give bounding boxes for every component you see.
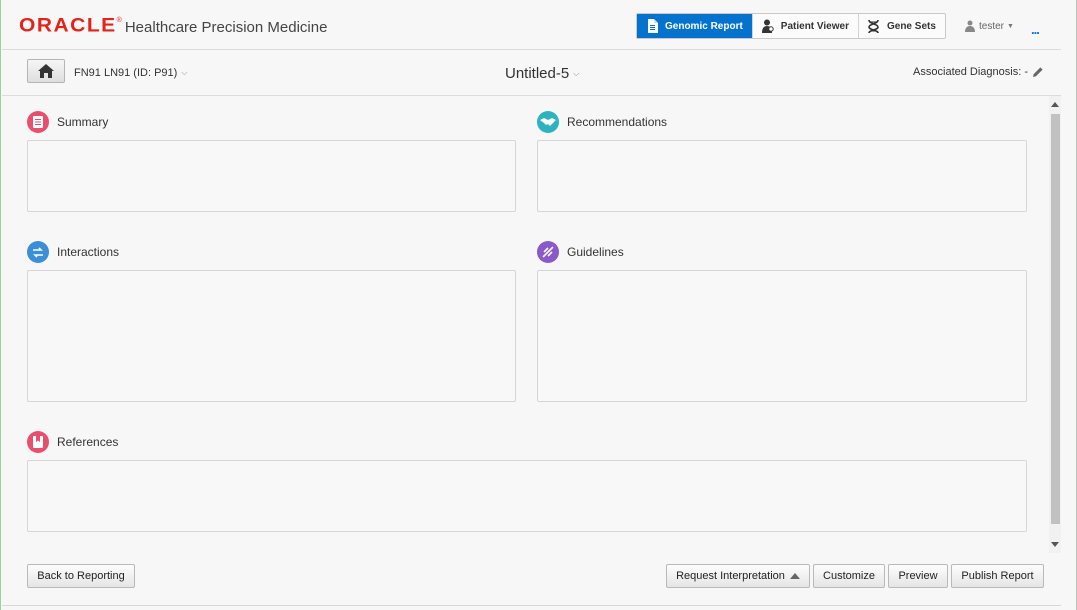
interactions-label: Interactions xyxy=(57,245,120,259)
nav-patient-viewer-label: Patient Viewer xyxy=(780,20,849,32)
preview-label: Preview xyxy=(898,570,938,582)
guidelines-label: Guidelines xyxy=(567,245,624,259)
references-label: References xyxy=(57,435,119,449)
main-nav: Genomic Report Patient Viewer Gene Sets xyxy=(636,13,946,39)
recommendations-heading: Recommendations xyxy=(537,111,667,133)
request-interpretation-button[interactable]: Request Interpretation xyxy=(666,564,810,588)
recommendations-label: Recommendations xyxy=(567,115,668,129)
back-to-reporting-button[interactable]: Back to Reporting xyxy=(27,564,135,588)
chevron-down-icon: ⌵ xyxy=(573,68,580,78)
user-name: tester xyxy=(979,20,1005,32)
associated-diagnosis: Associated Diagnosis: - xyxy=(913,66,1044,78)
scrollbar-thumb[interactable] xyxy=(1051,114,1060,524)
diagnosis-label: Associated Diagnosis: - xyxy=(913,66,1028,78)
interactions-panel[interactable] xyxy=(27,270,516,402)
report-title: Untitled-5 xyxy=(505,65,570,82)
brand-wordmark: ORACLE xyxy=(19,14,117,37)
footer-divider xyxy=(2,605,1061,606)
app-header: ORACLE ® Healthcare Precision Medicine G… xyxy=(2,0,1061,50)
summary-panel[interactable] xyxy=(27,140,516,212)
nav-gene-sets-label: Gene Sets xyxy=(886,20,936,32)
caret-down-icon: ▼ xyxy=(1007,22,1014,30)
interactions-heading: Interactions xyxy=(27,241,119,263)
customize-button[interactable]: Customize xyxy=(813,564,885,588)
report-toolbar: FN91 LN91 (ID: P91) ⌵ Untitled-5 ⌵ Assoc… xyxy=(2,50,1061,96)
guidelines-icon xyxy=(537,241,559,263)
home-button[interactable] xyxy=(27,59,65,83)
product-name: Healthcare Precision Medicine xyxy=(124,19,328,36)
dna-icon xyxy=(867,18,881,34)
swap-arrows-icon xyxy=(27,241,49,263)
references-panel[interactable] xyxy=(27,460,1027,532)
patient-icon xyxy=(761,18,775,34)
scroll-up-arrow-icon[interactable] xyxy=(1051,102,1059,107)
user-menu[interactable]: tester ▼ xyxy=(964,20,1014,32)
edit-pencil-icon[interactable] xyxy=(1032,66,1044,78)
nav-genomic-report[interactable]: Genomic Report xyxy=(637,14,753,38)
customize-label: Customize xyxy=(823,570,875,582)
chevron-down-icon: ⌵ xyxy=(181,68,188,77)
document-icon xyxy=(645,18,659,34)
preview-button[interactable]: Preview xyxy=(888,564,948,588)
request-interpretation-label: Request Interpretation xyxy=(676,570,785,582)
publish-report-button[interactable]: Publish Report xyxy=(951,564,1044,588)
references-heading: References xyxy=(27,431,118,453)
brand-registered-mark: ® xyxy=(116,17,122,24)
book-icon xyxy=(27,431,49,453)
caret-up-icon xyxy=(789,573,800,579)
recommendations-panel[interactable] xyxy=(537,140,1027,212)
publish-report-label: Publish Report xyxy=(961,570,1034,582)
home-icon xyxy=(38,64,54,78)
nav-gene-sets[interactable]: Gene Sets xyxy=(859,14,945,38)
vertical-scrollbar[interactable] xyxy=(1049,96,1061,553)
guidelines-heading: Guidelines xyxy=(537,241,624,263)
guidelines-panel[interactable] xyxy=(537,270,1027,402)
brand-logo: ORACLE ® Healthcare Precision Medicine xyxy=(19,14,327,38)
patient-label: FN91 LN91 (ID: P91) xyxy=(74,67,178,79)
nav-genomic-report-label: Genomic Report xyxy=(665,20,743,32)
scroll-down-arrow-icon[interactable] xyxy=(1051,542,1059,547)
summary-heading: Summary xyxy=(27,111,108,133)
app-frame: ORACLE ® Healthcare Precision Medicine G… xyxy=(0,0,1077,610)
back-to-reporting-label: Back to Reporting xyxy=(37,570,125,582)
report-title-selector[interactable]: Untitled-5 ⌵ xyxy=(505,65,579,82)
summary-icon xyxy=(27,111,49,133)
summary-label: Summary xyxy=(57,115,109,129)
patient-selector[interactable]: FN91 LN91 (ID: P91) ⌵ xyxy=(74,67,187,79)
nav-patient-viewer[interactable]: Patient Viewer xyxy=(753,14,859,38)
user-icon xyxy=(965,20,975,32)
more-options-icon[interactable]: ... xyxy=(1031,22,1040,37)
handshake-icon xyxy=(537,111,559,133)
